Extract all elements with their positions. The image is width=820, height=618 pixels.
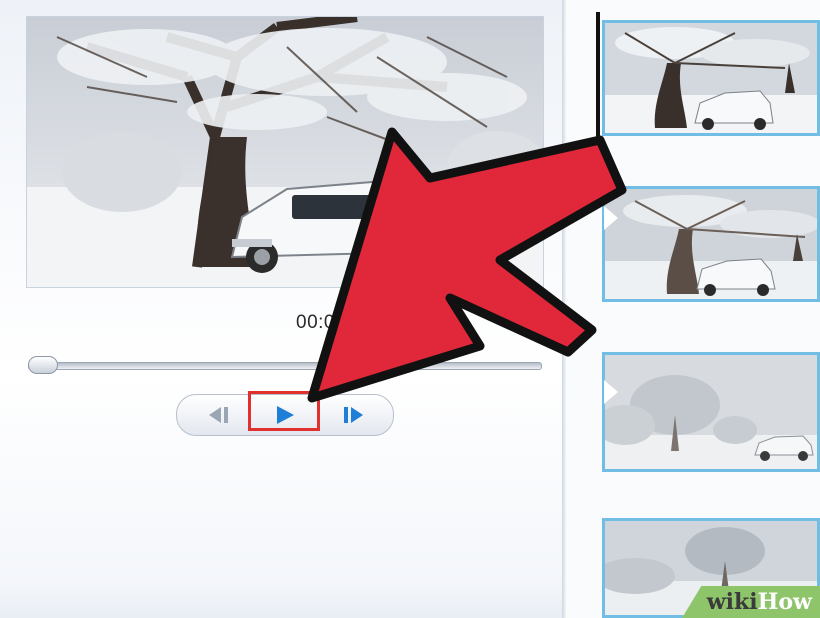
playhead-marker[interactable] — [596, 12, 600, 150]
watermark-how-text: How — [757, 589, 812, 615]
clip-thumbnail-foggy-tree-car-icon — [605, 355, 817, 469]
clip-transition-marker — [604, 380, 618, 404]
next-frame-icon — [344, 407, 363, 423]
status-strip — [0, 586, 562, 618]
watermark-wiki-text: wiki — [706, 589, 758, 615]
wikihow-watermark: wiki How — [682, 586, 820, 618]
storyboard-clip-3[interactable] — [602, 352, 820, 472]
clip-transition-marker — [604, 206, 618, 230]
storyboard-clip-2[interactable] — [602, 186, 820, 302]
play-button-highlight-box — [248, 391, 320, 431]
seek-thumb[interactable] — [28, 356, 58, 374]
next-frame-button[interactable] — [327, 395, 381, 435]
previous-frame-icon — [209, 407, 228, 423]
clip-thumbnail-tree-car-icon — [605, 189, 817, 299]
previous-frame-button[interactable] — [191, 395, 245, 435]
time-display: 00:00 — [296, 312, 347, 333]
snow-tree-car-image — [27, 17, 543, 287]
clip-thumbnail-tree-car-icon — [605, 23, 817, 133]
seek-bar[interactable] — [28, 362, 542, 370]
storyboard-clip-1[interactable] — [602, 20, 820, 136]
video-preview[interactable] — [26, 16, 544, 288]
